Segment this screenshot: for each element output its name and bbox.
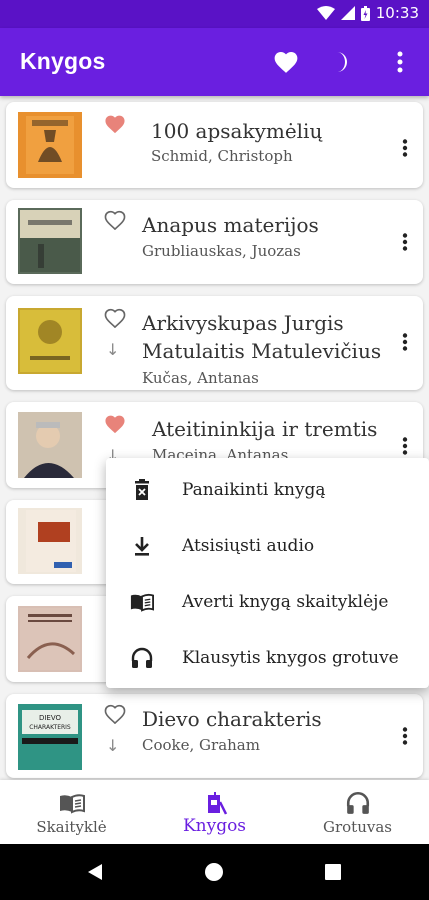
dark-mode-button[interactable] — [326, 46, 358, 78]
book-card[interactable]: 100 apsakymėlių Schmid, Christoph — [6, 102, 423, 188]
nav-item-player[interactable]: Grotuvas — [286, 780, 429, 844]
status-bar: 10:33 — [0, 0, 429, 28]
book-title: 100 apsakymėlių — [151, 119, 323, 143]
more-vert-icon — [402, 233, 408, 251]
favorite-outline-icon[interactable] — [104, 704, 126, 724]
book-open-icon — [130, 593, 154, 612]
signal-icon — [340, 6, 355, 20]
more-vert-icon — [402, 333, 408, 351]
trash-icon — [135, 479, 149, 500]
favorite-icon[interactable] — [104, 114, 126, 134]
book-more-button[interactable] — [393, 330, 417, 354]
book-card[interactable]: ↓ Arkivyskupas Jurgis Matulaitis Matulev… — [6, 296, 423, 390]
book-cover — [18, 208, 82, 274]
book-more-button[interactable] — [393, 724, 417, 748]
nav-item-reader[interactable]: Skaityklė — [0, 780, 143, 844]
heart-icon — [274, 52, 298, 73]
book-cover — [18, 112, 82, 178]
book-title-line2: Matulaitis Matulevičius — [142, 339, 382, 363]
app-bar: Knygos — [0, 28, 429, 96]
wifi-icon — [316, 6, 335, 20]
book-card[interactable]: DIEVO CHARAKTERIS ↓ Dievo charakteris Coo… — [6, 694, 423, 778]
menu-item-open-in-reader[interactable]: Averti knygą skaityklėje — [106, 574, 429, 630]
recents-icon[interactable] — [324, 863, 342, 881]
book-author: Schmid, Christoph — [151, 147, 293, 165]
library-icon — [208, 792, 228, 815]
nav-label: Knygos — [182, 816, 247, 836]
status-icons: 10:33 — [316, 4, 419, 22]
download-arrow-icon: ↓ — [106, 340, 120, 359]
favorite-outline-icon[interactable] — [104, 210, 126, 230]
book-author: Grubliauskas, Juozas — [142, 242, 301, 260]
bottom-navigation: Skaityklė Knygos Grotuvas — [0, 780, 429, 844]
book-author: Cooke, Graham — [142, 736, 260, 754]
book-cover: DIEVO CHARAKTERIS — [18, 704, 82, 770]
book-cover — [18, 606, 82, 672]
nav-item-books[interactable]: Knygos — [143, 780, 286, 844]
book-title: Ateitininkija ir tremtis — [152, 417, 378, 441]
battery-icon — [360, 5, 370, 21]
svg-text:CHARAKTERIS: CHARAKTERIS — [29, 724, 71, 731]
more-vert-icon — [402, 727, 408, 745]
favorite-outline-icon[interactable] — [104, 308, 126, 328]
menu-label: Atsisiųsti audio — [182, 536, 315, 556]
overflow-menu-button[interactable] — [384, 46, 416, 78]
more-vert-icon — [397, 51, 403, 73]
svg-text:DIEVO: DIEVO — [39, 714, 62, 722]
menu-item-delete-book[interactable]: Panaikinti knygą — [106, 462, 429, 518]
status-time: 10:33 — [375, 4, 419, 22]
page-title: Knygos — [20, 48, 106, 74]
book-more-button[interactable] — [393, 434, 417, 458]
book-cover — [18, 308, 82, 374]
menu-label: Klausytis knygos grotuve — [182, 648, 399, 668]
book-more-button[interactable] — [393, 230, 417, 254]
book-open-icon — [60, 794, 85, 814]
menu-item-download-audio[interactable]: Atsisiųsti audio — [106, 518, 429, 574]
book-context-menu: Panaikinti knygą Atsisiųsti audio Averti… — [106, 458, 429, 688]
menu-label: Averti knygą skaityklėje — [182, 592, 389, 612]
book-title: Anapus materijos — [142, 213, 319, 237]
book-more-button[interactable] — [393, 136, 417, 160]
download-icon — [135, 537, 149, 556]
headphones-icon — [131, 647, 153, 668]
back-icon[interactable] — [86, 863, 104, 881]
book-title: Dievo charakteris — [142, 707, 322, 731]
system-navigation-bar — [0, 844, 429, 900]
menu-item-listen-in-player[interactable]: Klausytis knygos grotuve — [106, 630, 429, 686]
headphones-icon — [346, 791, 370, 814]
more-vert-icon — [402, 139, 408, 157]
menu-label: Panaikinti knygą — [182, 480, 326, 500]
nav-label: Grotuvas — [323, 818, 392, 836]
home-icon[interactable] — [204, 862, 224, 882]
download-arrow-icon: ↓ — [106, 736, 120, 755]
nav-label: Skaityklė — [36, 818, 107, 836]
book-author: Kučas, Antanas — [142, 369, 259, 387]
favorite-icon[interactable] — [104, 414, 126, 434]
book-cover — [18, 508, 82, 574]
favorites-button[interactable] — [270, 46, 302, 78]
book-cover — [18, 412, 82, 478]
more-vert-icon — [402, 437, 408, 455]
book-title-line1: Arkivyskupas Jurgis — [142, 311, 344, 335]
moon-icon — [337, 52, 347, 72]
book-card[interactable]: Anapus materijos Grubliauskas, Juozas — [6, 200, 423, 284]
